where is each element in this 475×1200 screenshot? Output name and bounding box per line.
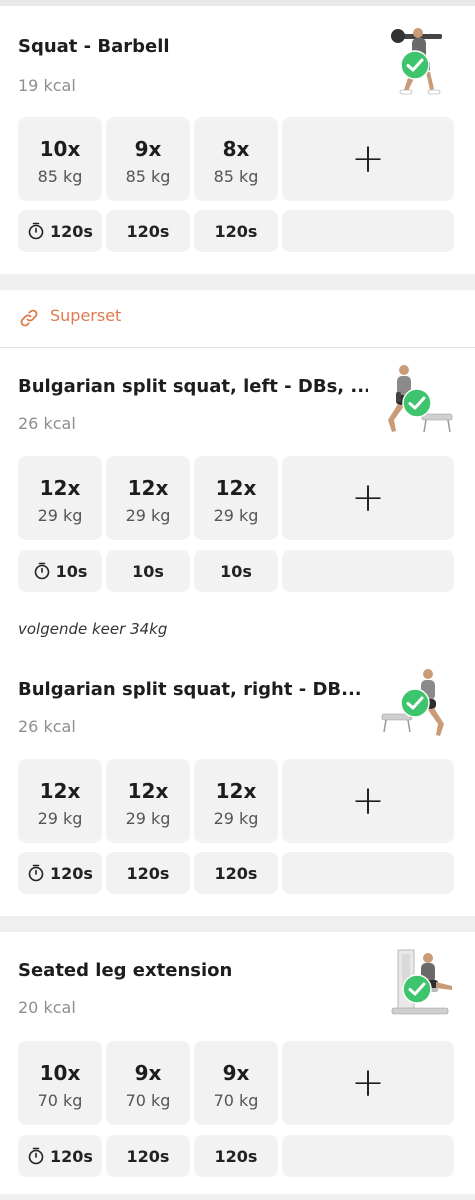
set-cell[interactable]: 10x 85 kg — [18, 117, 102, 201]
set-weight: 70 kg — [37, 1091, 83, 1110]
rest-cell[interactable]: 120s — [18, 210, 102, 252]
set-reps: 9x — [222, 1061, 250, 1085]
set-cell[interactable]: 9x 70 kg — [106, 1041, 190, 1125]
link-icon — [18, 307, 40, 329]
check-circle-icon — [402, 388, 432, 418]
set-cell[interactable]: 12x 29 kg — [106, 456, 190, 540]
set-cell[interactable]: 9x 85 kg — [106, 117, 190, 201]
exercise-title[interactable]: Seated leg extension — [18, 960, 368, 981]
stopwatch-icon — [27, 1147, 45, 1165]
exercise-card-leg-extension: Seated leg extension 20 kcal 10x 70 kg 9… — [0, 932, 475, 1194]
rest-cell[interactable]: 120s — [194, 1135, 278, 1177]
add-set-button[interactable]: + — [282, 1041, 454, 1125]
set-weight: 29 kg — [213, 506, 259, 525]
exercise-kcal: 19 kcal — [18, 76, 76, 95]
rest-cell[interactable]: 10s — [18, 550, 102, 592]
exercise-kcal: 26 kcal — [18, 414, 76, 433]
plus-icon: + — [351, 1060, 385, 1106]
rest-time: 120s — [214, 221, 258, 241]
exercise-title[interactable]: Bulgarian split squat, right - DB... — [18, 679, 368, 700]
rest-cell[interactable]: 120s — [106, 210, 190, 252]
exercise-title[interactable]: Bulgarian split squat, left - DBs, ... — [18, 376, 368, 397]
rest-time: 120s — [50, 1146, 93, 1166]
exercise-kcal: 20 kcal — [18, 998, 76, 1017]
plus-icon: + — [351, 778, 385, 824]
rest-cell[interactable]: 120s — [18, 1135, 102, 1177]
set-weight: 85 kg — [37, 167, 83, 186]
check-circle-icon — [402, 974, 432, 1004]
rest-time: 120s — [50, 863, 93, 883]
rest-cell[interactable]: 120s — [106, 852, 190, 894]
plus-icon: + — [351, 475, 385, 521]
set-reps: 9x — [134, 137, 162, 161]
set-cell[interactable]: 10x 70 kg — [18, 1041, 102, 1125]
exercise-title[interactable]: Squat - Barbell — [18, 36, 368, 57]
set-reps: 12x — [127, 476, 169, 500]
set-reps: 12x — [39, 476, 81, 500]
rest-cell[interactable]: 120s — [194, 852, 278, 894]
rest-time: 120s — [214, 1146, 258, 1166]
rest-empty-cell — [282, 852, 454, 894]
exercise-kcal: 26 kcal — [18, 717, 76, 736]
exercise-card-bulgarian-split-squat: Bulgarian split squat, left - DBs, ... 2… — [0, 348, 475, 916]
plus-icon: + — [351, 136, 385, 182]
rest-cell[interactable]: 120s — [18, 852, 102, 894]
set-cell[interactable]: 12x 29 kg — [18, 456, 102, 540]
set-weight: 29 kg — [37, 506, 83, 525]
exercise-thumbnail[interactable] — [378, 666, 458, 746]
set-reps: 10x — [39, 137, 81, 161]
superset-label: Superset — [50, 306, 122, 325]
set-weight: 29 kg — [213, 809, 259, 828]
set-cell[interactable]: 12x 29 kg — [194, 759, 278, 843]
rest-time: 120s — [126, 1146, 170, 1166]
set-weight: 29 kg — [125, 506, 171, 525]
rest-time: 120s — [126, 863, 170, 883]
superset-header[interactable]: Superset — [0, 290, 475, 348]
set-weight: 29 kg — [37, 809, 83, 828]
check-circle-icon — [400, 688, 430, 718]
set-cell[interactable]: 8x 85 kg — [194, 117, 278, 201]
set-cell[interactable]: 12x 29 kg — [106, 759, 190, 843]
rest-time: 120s — [214, 863, 258, 883]
set-weight: 85 kg — [213, 167, 259, 186]
add-set-button[interactable]: + — [282, 759, 454, 843]
rest-cell[interactable]: 120s — [194, 210, 278, 252]
rest-time: 10s — [55, 561, 88, 581]
stopwatch-icon — [33, 562, 51, 580]
set-reps: 9x — [134, 1061, 162, 1085]
rest-time: 120s — [50, 221, 93, 241]
exercise-note[interactable]: volgende keer 34kg — [18, 620, 167, 638]
set-reps: 10x — [39, 1061, 81, 1085]
set-reps: 12x — [127, 779, 169, 803]
set-cell[interactable]: 9x 70 kg — [194, 1041, 278, 1125]
rest-cell[interactable]: 120s — [106, 1135, 190, 1177]
stopwatch-icon — [27, 222, 45, 240]
set-weight: 29 kg — [125, 809, 171, 828]
exercise-thumbnail[interactable] — [378, 362, 458, 442]
rest-empty-cell — [282, 1135, 454, 1177]
rest-empty-cell — [282, 550, 454, 592]
set-reps: 12x — [39, 779, 81, 803]
exercise-thumbnail[interactable] — [378, 24, 458, 104]
set-cell[interactable]: 12x 29 kg — [18, 759, 102, 843]
exercise-thumbnail[interactable] — [378, 946, 458, 1026]
check-circle-icon — [400, 50, 430, 80]
set-reps: 12x — [215, 476, 257, 500]
set-weight: 85 kg — [125, 167, 171, 186]
rest-time: 10s — [132, 561, 164, 581]
stopwatch-icon — [27, 864, 45, 882]
rest-time: 10s — [220, 561, 252, 581]
rest-time: 120s — [126, 221, 170, 241]
rest-cell[interactable]: 10s — [194, 550, 278, 592]
set-weight: 70 kg — [125, 1091, 171, 1110]
set-reps: 8x — [222, 137, 250, 161]
exercise-card-squat: Squat - Barbell 19 kcal 10x 85 kg 9x 85 … — [0, 6, 475, 274]
set-weight: 70 kg — [213, 1091, 259, 1110]
add-set-button[interactable]: + — [282, 117, 454, 201]
add-set-button[interactable]: + — [282, 456, 454, 540]
set-reps: 12x — [215, 779, 257, 803]
rest-empty-cell — [282, 210, 454, 252]
rest-cell[interactable]: 10s — [106, 550, 190, 592]
set-cell[interactable]: 12x 29 kg — [194, 456, 278, 540]
